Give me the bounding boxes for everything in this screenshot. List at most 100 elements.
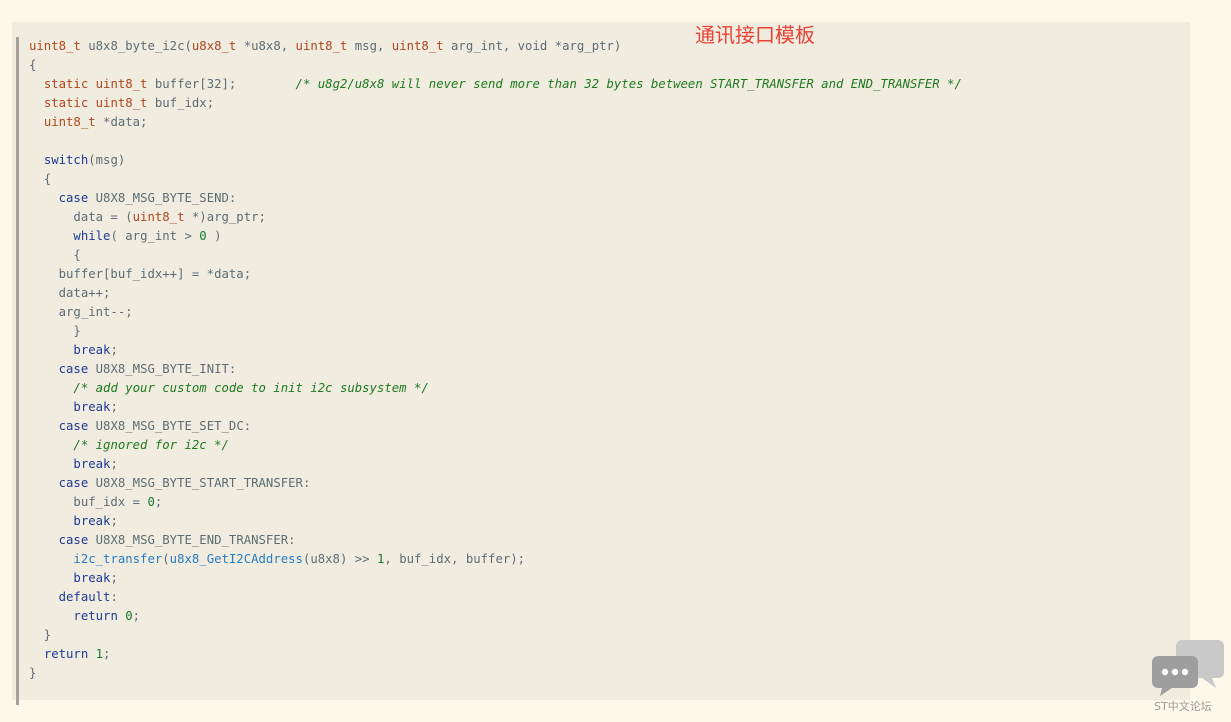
- code-token: 0: [125, 609, 133, 623]
- code-line: data = (uint8_t *)arg_ptr;: [29, 208, 1186, 227]
- code-line: break;: [29, 569, 1186, 588]
- code-token: arg_int--;: [29, 305, 133, 319]
- code-token: 0: [147, 495, 155, 509]
- forum-label: ST中文论坛: [1154, 700, 1212, 713]
- code-token: break: [73, 400, 111, 414]
- code-line: {: [29, 170, 1186, 189]
- code-token: }: [29, 628, 52, 642]
- code-token: break: [73, 457, 111, 471]
- code-token: while: [73, 229, 111, 243]
- code-token: U8X8_MSG_BYTE_START_TRANSFER:: [88, 476, 311, 490]
- code-line: break;: [29, 512, 1186, 531]
- code-token: break: [73, 571, 111, 585]
- code-token: u8x8_t: [191, 39, 237, 53]
- code-token: arg_int, void *arg_ptr): [443, 39, 622, 53]
- code-token: {: [29, 58, 37, 72]
- code-token: :: [110, 590, 118, 604]
- code-line: case U8X8_MSG_BYTE_SEND:: [29, 189, 1186, 208]
- code-token: return: [73, 609, 118, 623]
- code-token: ;: [110, 457, 118, 471]
- code-token: buffer[buf_idx++] = *data;: [29, 267, 252, 281]
- code-token: (: [162, 552, 170, 566]
- code-token: buf_idx;: [147, 96, 215, 110]
- code-token: static uint8_t: [43, 96, 148, 110]
- code-line: {: [29, 56, 1186, 75]
- code-token: (u8x8) >>: [302, 552, 377, 566]
- code-token: *)arg_ptr;: [184, 210, 266, 224]
- code-token: ;: [132, 609, 141, 623]
- code-token: ;: [110, 343, 118, 357]
- code-token: }: [29, 666, 37, 680]
- code-token: buf_idx =: [29, 495, 148, 509]
- code-token: u8x8_byte_i2c(: [80, 39, 192, 53]
- code-token: return: [43, 647, 89, 661]
- code-line: }: [29, 322, 1186, 341]
- code-line: uint8_t *data;: [29, 113, 1186, 132]
- code-token: break: [73, 343, 111, 357]
- code-line: data++;: [29, 284, 1186, 303]
- code-line: case U8X8_MSG_BYTE_END_TRANSFER:: [29, 531, 1186, 550]
- code-token: ;: [110, 400, 118, 414]
- code-token: break: [73, 514, 111, 528]
- code-token: case: [58, 476, 89, 490]
- code-token: U8X8_MSG_BYTE_SET_DC:: [88, 419, 252, 433]
- chat-bubbles-icon: [1152, 640, 1224, 696]
- code-token: case: [58, 191, 89, 205]
- page: uint8_t u8x8_byte_i2c(u8x8_t *u8x8, uint…: [0, 0, 1231, 722]
- code-line: /* add your custom code to init i2c subs…: [29, 379, 1186, 398]
- code-line: buf_idx = 0;: [29, 493, 1186, 512]
- code-token: ;: [110, 514, 118, 528]
- code-block: uint8_t u8x8_byte_i2c(u8x8_t *u8x8, uint…: [16, 37, 1186, 705]
- code-token: }: [29, 324, 81, 338]
- code-token: uint8_t: [132, 210, 185, 224]
- code-token: {: [29, 248, 81, 262]
- forum-chat-widget[interactable]: ST中文论坛: [1146, 636, 1228, 718]
- code-line: {: [29, 246, 1186, 265]
- code-line: buffer[buf_idx++] = *data;: [29, 265, 1186, 284]
- code-token: i2c_transfer: [73, 552, 163, 566]
- code-token: case: [58, 533, 89, 547]
- code-line: while( arg_int > 0 ): [29, 227, 1186, 246]
- code-listing: uint8_t u8x8_byte_i2c(u8x8_t *u8x8, uint…: [19, 37, 1186, 683]
- code-token: data = (: [29, 210, 133, 224]
- code-token: /* add your custom code to init i2c subs…: [73, 381, 429, 395]
- code-token: U8X8_MSG_BYTE_INIT:: [88, 362, 237, 376]
- code-token: ): [206, 229, 222, 243]
- code-line: }: [29, 664, 1186, 683]
- code-line: static uint8_t buffer[32]; /* u8g2/u8x8 …: [29, 75, 1186, 94]
- code-token: ;: [103, 647, 111, 661]
- code-token: data++;: [29, 286, 111, 300]
- code-token: ;: [110, 571, 118, 585]
- code-line: case U8X8_MSG_BYTE_START_TRANSFER:: [29, 474, 1186, 493]
- code-token: *data;: [95, 115, 148, 129]
- code-panel: uint8_t u8x8_byte_i2c(u8x8_t *u8x8, uint…: [12, 22, 1190, 705]
- code-line: return 0;: [29, 607, 1186, 626]
- code-line: /* ignored for i2c */: [29, 436, 1186, 455]
- code-line: break;: [29, 455, 1186, 474]
- code-token: case: [58, 419, 89, 433]
- code-token: {: [29, 172, 52, 186]
- code-token: U8X8_MSG_BYTE_SEND:: [88, 191, 237, 205]
- code-line: static uint8_t buf_idx;: [29, 94, 1186, 113]
- code-token: uint8_t: [391, 39, 444, 53]
- code-token: /* u8g2/u8x8 will never send more than 3…: [295, 77, 962, 91]
- code-token: /* ignored for i2c */: [73, 438, 229, 452]
- code-line: i2c_transfer(u8x8_GetI2CAddress(u8x8) >>…: [29, 550, 1186, 569]
- code-token: default: [58, 590, 111, 604]
- code-token: , buf_idx, buffer);: [384, 552, 526, 566]
- code-token: ( arg_int >: [110, 229, 200, 243]
